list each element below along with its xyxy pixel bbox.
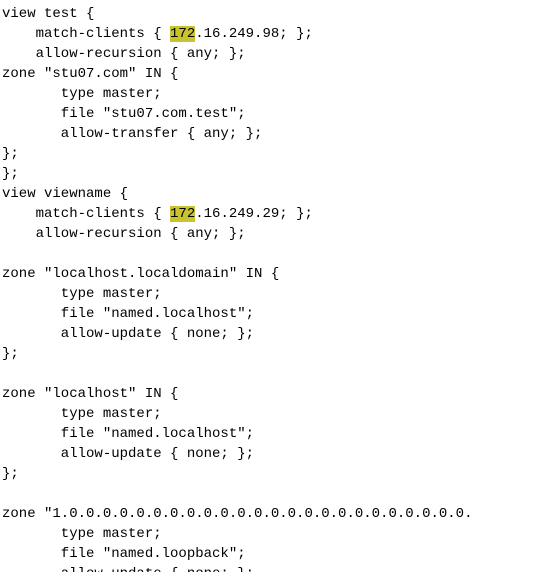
code-line: view test { — [2, 6, 94, 22]
search-highlight: 172 — [170, 26, 195, 42]
code-line: zone "localhost" IN { — [2, 386, 178, 402]
code-line: file "stu07.com.test"; — [2, 106, 246, 122]
code-line: type master; — [2, 526, 162, 542]
code-line: allow-update { none; }; — [2, 566, 254, 572]
code-line: }; — [2, 346, 19, 362]
code-line: zone "stu07.com" IN { — [2, 66, 178, 82]
code-line: allow-transfer { any; }; — [2, 126, 262, 142]
code-line: type master; — [2, 406, 162, 422]
code-line: file "named.localhost"; — [2, 426, 254, 442]
code-line: allow-recursion { any; }; — [2, 226, 246, 242]
code-line: file "named.localhost"; — [2, 306, 254, 322]
code-line: allow-update { none; }; — [2, 326, 254, 342]
code-line: type master; — [2, 86, 162, 102]
code-line: match-clients { — [2, 26, 170, 42]
code-line: }; — [2, 466, 19, 482]
code-line: zone "1.0.0.0.0.0.0.0.0.0.0.0.0.0.0.0.0.… — [2, 506, 472, 522]
config-code-block[interactable]: view test { match-clients { 172.16.249.9… — [0, 0, 537, 572]
code-line: zone "localhost.localdomain" IN { — [2, 266, 279, 282]
code-line-tail: .16.249.98; }; — [195, 26, 313, 42]
code-line: allow-recursion { any; }; — [2, 46, 246, 62]
code-line: }; — [2, 166, 19, 182]
search-highlight: 172 — [170, 206, 195, 222]
code-line: view viewname { — [2, 186, 128, 202]
code-line: type master; — [2, 286, 162, 302]
code-line: file "named.loopback"; — [2, 546, 246, 562]
code-line: match-clients { — [2, 206, 170, 222]
code-line: allow-update { none; }; — [2, 446, 254, 462]
code-line-tail: .16.249.29; }; — [195, 206, 313, 222]
code-line: }; — [2, 146, 19, 162]
